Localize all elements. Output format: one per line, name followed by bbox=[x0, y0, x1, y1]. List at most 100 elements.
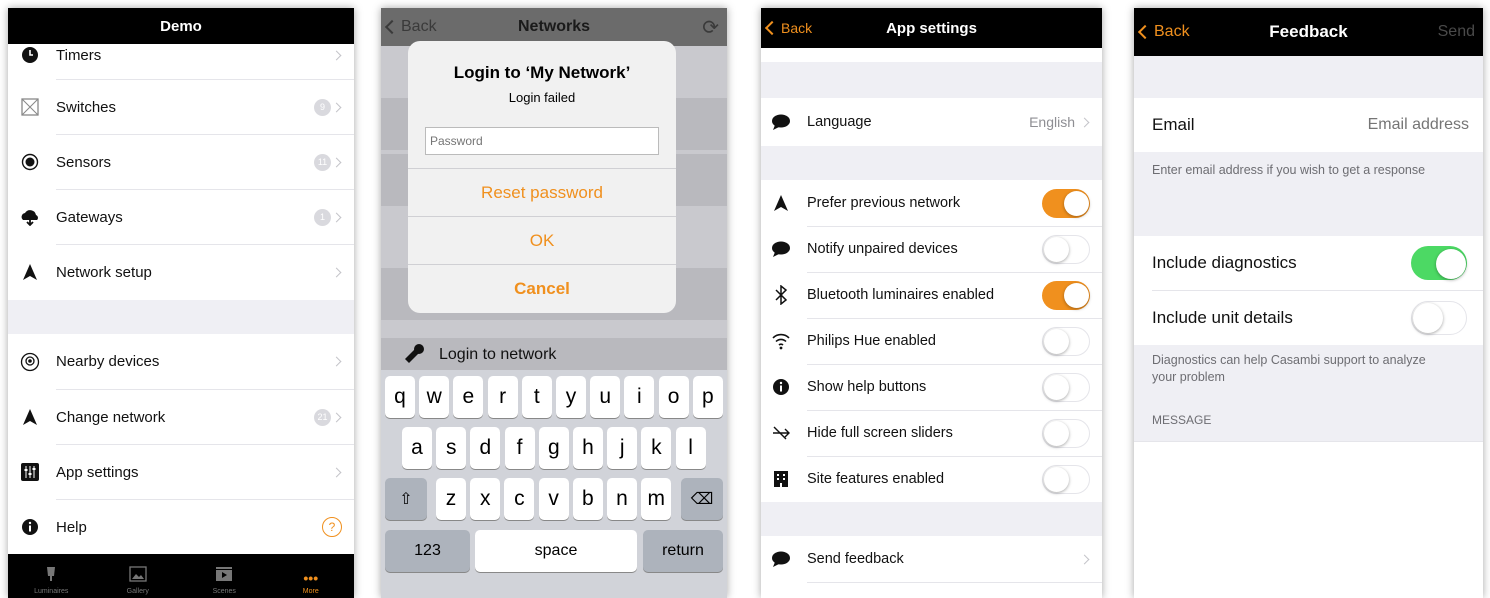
page-title: Networks bbox=[517, 18, 591, 35]
send-feedback-row[interactable]: Send feedback bbox=[761, 536, 1102, 582]
key-g[interactable]: g bbox=[538, 427, 569, 469]
message-textarea[interactable] bbox=[1134, 441, 1483, 598]
language-value: English bbox=[1029, 114, 1075, 130]
ok-button[interactable]: OK bbox=[408, 216, 676, 264]
menu-item-change-network[interactable]: Change network 21 bbox=[8, 390, 354, 444]
send-button[interactable]: Send bbox=[1438, 23, 1475, 41]
tab-label: Gallery bbox=[126, 588, 149, 595]
setting-toggle[interactable] bbox=[1042, 280, 1090, 310]
numbers-key[interactable]: 123 bbox=[385, 530, 470, 572]
key-b[interactable]: b bbox=[572, 478, 603, 520]
menu-item-label: Change network bbox=[56, 408, 166, 426]
tab-luminaires[interactable]: Luminaires bbox=[8, 554, 95, 598]
setting-toggle[interactable] bbox=[1042, 372, 1090, 402]
delete-key[interactable]: ⌫ bbox=[681, 478, 723, 520]
key-w[interactable]: w bbox=[419, 376, 450, 418]
key-f[interactable]: f bbox=[504, 427, 535, 469]
login-dialog: Login to ‘My Network’ Login failed Reset… bbox=[408, 41, 676, 313]
setting-toggle[interactable] bbox=[1042, 464, 1090, 494]
page-title: App settings bbox=[886, 19, 977, 37]
menu-item-label: Network setup bbox=[56, 263, 152, 281]
menu-item-timers[interactable]: Timers bbox=[8, 38, 354, 72]
language-row[interactable]: Language English bbox=[761, 98, 1102, 146]
key-n[interactable]: n bbox=[607, 478, 637, 520]
bluetooth-icon bbox=[771, 285, 791, 305]
key-u[interactable]: u bbox=[590, 376, 621, 418]
key-v[interactable]: v bbox=[538, 478, 569, 520]
info-icon bbox=[771, 378, 791, 396]
login-to-network-row[interactable]: Login to network bbox=[381, 338, 727, 372]
include-diagnostics-toggle[interactable] bbox=[1411, 246, 1467, 280]
back-button[interactable]: Back bbox=[764, 20, 812, 36]
key-m[interactable]: m bbox=[641, 478, 672, 520]
setting-toggle[interactable] bbox=[1042, 418, 1090, 448]
navigation-arrow-icon bbox=[771, 194, 791, 212]
sensor-icon bbox=[20, 152, 40, 172]
tab-label: Luminaires bbox=[34, 588, 69, 595]
chevron-right-icon bbox=[331, 50, 342, 60]
tab-scenes[interactable]: Scenes bbox=[181, 554, 268, 598]
key-z[interactable]: z bbox=[436, 478, 466, 520]
setting-toggle[interactable] bbox=[1042, 188, 1090, 218]
menu-item-network-setup[interactable]: Network setup bbox=[8, 245, 354, 299]
menu-item-switches[interactable]: Switches 9 bbox=[8, 80, 354, 134]
refresh-icon[interactable]: ⟳ bbox=[702, 15, 719, 40]
key-q[interactable]: q bbox=[385, 376, 415, 418]
menu-item-nearby-devices[interactable]: Nearby devices bbox=[8, 334, 354, 389]
keyboard: qwertyuiop asdfghjkl zxcvbnm ⇧ ⌫ 123 spa… bbox=[381, 370, 727, 598]
key-d[interactable]: d bbox=[470, 427, 501, 469]
key-x[interactable]: x bbox=[470, 478, 501, 520]
menu-item-gateways[interactable]: Gateways 1 bbox=[8, 190, 354, 244]
tab-more[interactable]: ••• More bbox=[268, 554, 355, 598]
section-spacer bbox=[761, 502, 1102, 536]
key-s[interactable]: s bbox=[436, 427, 467, 469]
key-p[interactable]: p bbox=[692, 376, 723, 418]
speech-bubble-icon bbox=[771, 240, 791, 258]
diagnostics-note: Diagnostics can help Casambi support to … bbox=[1152, 353, 1426, 384]
menu-item-app-settings[interactable]: App settings bbox=[8, 445, 354, 499]
nav-bar: Back App settings bbox=[761, 8, 1102, 48]
setting-label: Hide full screen sliders bbox=[807, 425, 953, 441]
shift-key[interactable]: ⇧ bbox=[385, 478, 427, 520]
wifi-icon bbox=[771, 332, 791, 350]
cancel-button[interactable]: Cancel bbox=[408, 264, 676, 312]
row-label: Include diagnostics bbox=[1152, 253, 1297, 272]
setting-toggle[interactable] bbox=[1042, 234, 1090, 264]
menu-item-label: Sensors bbox=[56, 153, 112, 171]
menu-item-sensors[interactable]: Sensors 11 bbox=[8, 135, 354, 189]
key-a[interactable]: a bbox=[402, 427, 432, 469]
reset-password-button[interactable]: Reset password bbox=[408, 168, 676, 216]
section-spacer bbox=[761, 146, 1102, 180]
message-header: MESSAGE bbox=[1152, 413, 1212, 427]
key-r[interactable]: r bbox=[487, 376, 518, 418]
menu-item-help[interactable]: Help ? bbox=[8, 500, 354, 554]
setting-toggle[interactable] bbox=[1042, 326, 1090, 356]
key-t[interactable]: t bbox=[521, 376, 552, 418]
clock-icon bbox=[20, 45, 40, 65]
page-title: Demo bbox=[160, 17, 202, 35]
key-h[interactable]: h bbox=[573, 427, 603, 469]
return-key[interactable]: return bbox=[643, 530, 723, 572]
section-spacer bbox=[761, 62, 1102, 98]
key-j[interactable]: j bbox=[607, 427, 638, 469]
menu-item-label: App settings bbox=[56, 463, 139, 481]
menu-item-label: Switches bbox=[56, 98, 117, 116]
include-unit-details-toggle[interactable] bbox=[1411, 301, 1467, 335]
email-label: Email bbox=[1152, 115, 1195, 134]
key-i[interactable]: i bbox=[624, 376, 655, 418]
key-e[interactable]: e bbox=[453, 376, 484, 418]
back-button[interactable]: Back bbox=[384, 18, 437, 36]
email-field[interactable] bbox=[1289, 116, 1469, 134]
key-l[interactable]: l bbox=[675, 427, 706, 469]
back-button[interactable]: Back bbox=[1137, 23, 1190, 41]
chevron-right-icon bbox=[331, 356, 342, 367]
space-key[interactable]: space bbox=[475, 530, 637, 572]
gallery-icon bbox=[129, 566, 147, 584]
key-c[interactable]: c bbox=[504, 478, 535, 520]
key-k[interactable]: k bbox=[641, 427, 672, 469]
key-o[interactable]: o bbox=[658, 376, 689, 418]
tab-gallery[interactable]: Gallery bbox=[95, 554, 182, 598]
password-input[interactable] bbox=[425, 127, 659, 155]
key-y[interactable]: y bbox=[556, 376, 586, 418]
help-question-icon[interactable]: ? bbox=[322, 517, 342, 537]
